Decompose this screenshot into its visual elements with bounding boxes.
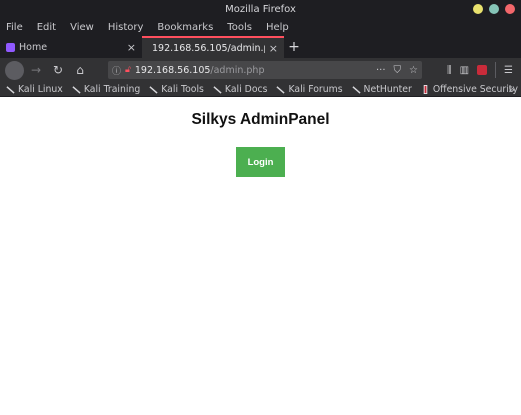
pocket-icon[interactable]: ⛉ — [394, 65, 402, 76]
close-tab-icon[interactable]: × — [269, 42, 278, 55]
nav-toolbar: → ↻ ⌂ ⓘ 🔓︎ 192.168.56.105 /admin.php ···… — [0, 58, 521, 82]
bookmarks-toolbar: Kali Linux Kali Training Kali Tools Kali… — [0, 82, 521, 97]
menu-edit[interactable]: Edit — [37, 22, 56, 33]
window-title: Mozilla Firefox — [225, 3, 296, 15]
window-titlebar: Mozilla Firefox — [0, 0, 521, 18]
bookmark-kali-forums[interactable]: Kali Forums — [276, 83, 343, 95]
login-button[interactable]: Login — [236, 147, 285, 177]
info-icon[interactable]: ⓘ — [112, 64, 121, 77]
home-favicon-icon — [6, 42, 15, 52]
forward-button[interactable]: → — [26, 60, 46, 80]
new-tab-button[interactable]: + — [284, 36, 304, 58]
close-window-button[interactable] — [505, 4, 515, 14]
menu-view[interactable]: View — [70, 22, 94, 33]
tab-admin[interactable]: 192.168.56.105/admin.php × — [142, 36, 284, 58]
hamburger-menu-icon[interactable]: ☰ — [504, 65, 513, 76]
menu-file[interactable]: File — [6, 22, 23, 33]
kali-dragon-icon — [149, 85, 158, 94]
menu-tools[interactable]: Tools — [227, 22, 252, 33]
url-path: /admin.php — [210, 64, 265, 76]
url-host: 192.168.56.105 — [134, 64, 211, 76]
minimize-button[interactable] — [473, 4, 483, 14]
menu-history[interactable]: History — [108, 22, 144, 33]
tab-home[interactable]: Home × — [0, 36, 142, 58]
bookmark-label: Offensive Security — [432, 83, 518, 95]
bookmark-kali-tools[interactable]: Kali Tools — [149, 84, 204, 95]
home-button[interactable]: ⌂ — [70, 60, 90, 80]
tab-label: Home — [19, 41, 48, 53]
bookmark-label: Kali Docs — [224, 83, 268, 95]
menu-bookmarks[interactable]: Bookmarks — [157, 22, 213, 33]
maximize-button[interactable] — [489, 4, 499, 14]
sidebar-icon[interactable]: ▥ — [460, 65, 469, 76]
bookmark-label: Kali Training — [83, 83, 141, 95]
tab-label: 192.168.56.105/admin.php — [152, 42, 265, 54]
page-content: Silkys AdminPanel Login — [0, 97, 521, 415]
bookmark-label: NetHunter — [363, 83, 412, 95]
page-actions-icon[interactable]: ··· — [376, 65, 386, 76]
library-icon[interactable]: ⫼ — [447, 65, 452, 76]
kali-dragon-icon — [351, 85, 361, 94]
bookmark-label: Kali Forums — [288, 83, 343, 95]
bookmark-label: Kali Tools — [161, 83, 204, 95]
bookmark-label: Kali Linux — [18, 83, 63, 95]
kali-dragon-icon — [72, 85, 81, 94]
bookmark-offensive-security[interactable]: Offensive Security — [421, 84, 518, 95]
url-bar[interactable]: ⓘ 🔓︎ 192.168.56.105 /admin.php ··· ⛉ ☆ — [108, 61, 422, 79]
bookmark-star-icon[interactable]: ☆ — [409, 65, 418, 76]
back-button[interactable] — [4, 60, 24, 80]
kali-dragon-icon — [213, 85, 222, 94]
menu-bar: File Edit View History Bookmarks Tools H… — [0, 18, 521, 36]
tab-strip: Home × 192.168.56.105/admin.php × + — [0, 36, 521, 58]
bookmark-kali-docs[interactable]: Kali Docs — [213, 83, 268, 95]
ublock-extension-icon[interactable] — [477, 65, 488, 75]
insecure-lock-icon[interactable]: 🔓︎ — [125, 65, 131, 75]
bookmark-kali-linux[interactable]: Kali Linux — [6, 84, 63, 95]
reload-button[interactable]: ↻ — [48, 60, 68, 80]
kali-dragon-icon — [6, 85, 15, 94]
kali-dragon-icon — [276, 85, 286, 94]
bookmarks-overflow-icon[interactable]: » — [508, 82, 515, 97]
back-arrow-icon — [4, 60, 24, 80]
offsec-icon — [423, 84, 428, 94]
bookmark-nethunter[interactable]: NetHunter — [351, 83, 412, 95]
window-controls — [473, 4, 515, 14]
menu-help[interactable]: Help — [266, 22, 289, 33]
close-tab-icon[interactable]: × — [127, 41, 136, 54]
bookmark-kali-training[interactable]: Kali Training — [72, 84, 140, 95]
toolbar-separator — [495, 62, 497, 78]
page-title: Silkys AdminPanel — [191, 111, 330, 128]
